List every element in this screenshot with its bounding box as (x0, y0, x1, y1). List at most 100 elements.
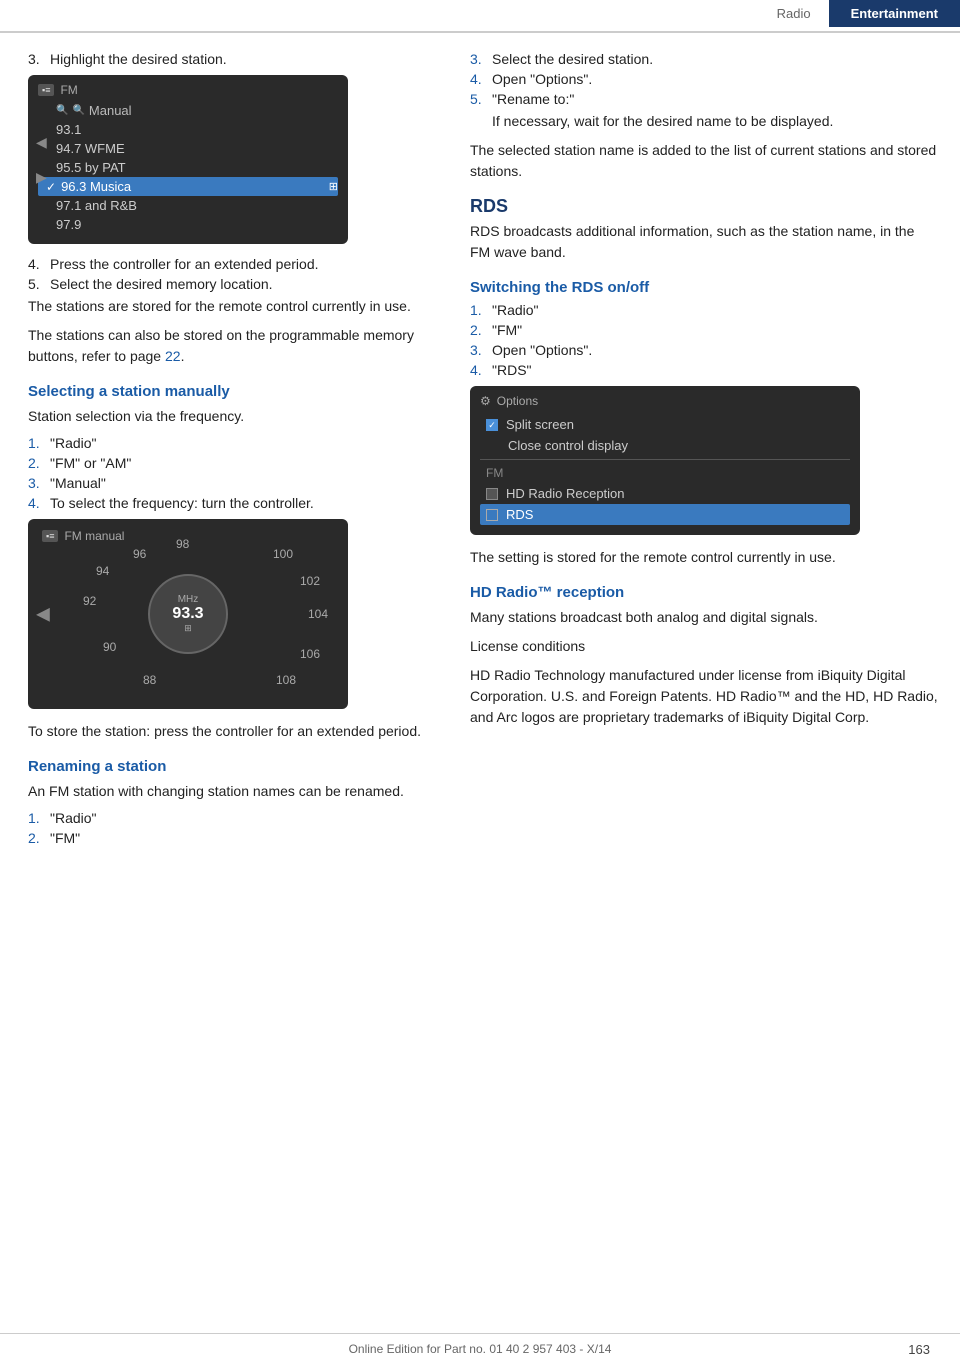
sel-step-3-text: "Manual" (50, 475, 106, 491)
rds-label: RDS (506, 507, 533, 522)
split-screen-checkbox (486, 419, 498, 431)
screen-nav-left: ◀ (36, 134, 47, 151)
step-5-num: 5. (28, 276, 50, 292)
dial-label-104: 104 (308, 607, 328, 621)
sel-step-2: 2. "FM" or "AM" (28, 455, 438, 471)
sel-step-1-text: "Radio" (50, 435, 97, 451)
options-split-screen: Split screen (480, 414, 850, 435)
sel-step-2-num: 2. (28, 455, 50, 471)
dial-fm-icon: ▪≡ (42, 530, 58, 542)
switch-step-2-num: 2. (470, 322, 492, 338)
rds-para: RDS broadcasts additional information, s… (470, 221, 938, 263)
section-hd-radio: HD Radio™ reception (470, 584, 938, 601)
page-footer: Online Edition for Part no. 01 40 2 957 … (0, 1333, 960, 1362)
options-screen-mockup: ⚙ Options Split screen Close control dis… (470, 386, 860, 535)
rename-step-1-num: 1. (28, 810, 50, 826)
options-screen-header: ⚙ Options (480, 394, 850, 408)
switch-step-3-num: 3. (470, 342, 492, 358)
page-header: Radio Entertainment (0, 0, 960, 33)
rename-step-4-text: Open "Options". (492, 71, 592, 87)
right-column: 3. Select the desired station. 4. Open "… (460, 51, 960, 850)
dial-fm-label: FM manual (64, 529, 124, 543)
screen1-item-955: 95.5 by PAT (38, 158, 338, 177)
options-rds-item: RDS (480, 504, 850, 525)
switch-step-1-text: "Radio" (492, 302, 539, 318)
para-renaming: An FM station with changing station name… (28, 781, 438, 802)
rename-step-3: 3. Select the desired station. (470, 51, 938, 67)
rename-step-5-num: 5. (470, 91, 492, 107)
options-header-label: Options (497, 394, 538, 408)
screen1-fm-label: FM (60, 83, 77, 97)
rds-checkbox (486, 509, 498, 521)
hd-para3: HD Radio Technology manufactured under l… (470, 665, 938, 728)
link-page22[interactable]: 22 (165, 348, 181, 364)
sel-step-1: 1. "Radio" (28, 435, 438, 451)
dial-left-arrow: ◀ (36, 604, 50, 625)
sel-step-4-num: 4. (28, 495, 50, 511)
header-entertainment-label: Entertainment (829, 0, 960, 27)
step-3-text: Highlight the desired station. (50, 51, 227, 67)
dial-label-96: 96 (133, 547, 146, 561)
dial-label-102: 102 (300, 574, 320, 588)
rename-step-2-num: 2. (28, 830, 50, 846)
switch-step-4: 4. "RDS" (470, 362, 938, 378)
screen1-item-947: 94.7 WFME (38, 139, 338, 158)
dial-label-108: 108 (276, 673, 296, 687)
footer-text: Online Edition for Part no. 01 40 2 957 … (349, 1342, 612, 1356)
section-switching-rds: Switching the RDS on/off (470, 279, 938, 296)
options-close-control: Close control display (480, 435, 850, 456)
dial-label-92: 92 (83, 594, 96, 608)
switch-step-3: 3. Open "Options". (470, 342, 938, 358)
rename-step-2: 2. "FM" (28, 830, 438, 846)
sel-step-4: 4. To select the frequency: turn the con… (28, 495, 438, 511)
screen1-item-971: 97.1 and R&B (38, 196, 338, 215)
rename-step-1-text: "Radio" (50, 810, 97, 826)
rename-step-2-text: "FM" (50, 830, 80, 846)
sel-step-2-text: "FM" or "AM" (50, 455, 131, 471)
switch-step-1: 1. "Radio" (470, 302, 938, 318)
left-column: 3. Highlight the desired station. ◀ ▶ ▪≡… (0, 51, 460, 850)
step-3-num: 3. (28, 51, 50, 67)
para-setting-stored: The setting is stored for the remote con… (470, 547, 938, 568)
rename-step-4: 4. Open "Options". (470, 71, 938, 87)
para-store-station: To store the station: press the controll… (28, 721, 438, 742)
hd-radio-label: HD Radio Reception (506, 486, 625, 501)
rename-step-1: 1. "Radio" (28, 810, 438, 826)
sel-step-4-text: To select the frequency: turn the contro… (50, 495, 314, 511)
screen-nav-right: ▶ (36, 169, 47, 186)
step-5: 5. Select the desired memory location. (28, 276, 438, 292)
step-3-highlight: 3. Highlight the desired station. (28, 51, 438, 67)
options-hd-radio: HD Radio Reception (480, 483, 850, 504)
para-selected-station: The selected station name is added to th… (470, 140, 938, 182)
dial-unit: MHz (178, 594, 199, 605)
para-station-selection: Station selection via the frequency. (28, 406, 438, 427)
rename-step-3-text: Select the desired station. (492, 51, 653, 67)
section-selecting-manually: Selecting a station manually (28, 383, 438, 400)
sel-step-3: 3. "Manual" (28, 475, 438, 491)
screen1-list: 🔍 Manual 93.1 94.7 WFME 95.5 by PAT 96.3… (38, 101, 338, 234)
options-gear-icon: ⚙ (480, 394, 491, 408)
switch-step-4-text: "RDS" (492, 362, 532, 378)
step-5-text: Select the desired memory location. (50, 276, 273, 292)
step-4: 4. Press the controller for an extended … (28, 256, 438, 272)
switch-step-3-text: Open "Options". (492, 342, 592, 358)
switch-step-1-num: 1. (470, 302, 492, 318)
hd-para1: Many stations broadcast both analog and … (470, 607, 938, 628)
switch-step-2: 2. "FM" (470, 322, 938, 338)
hd-para2: License conditions (470, 636, 938, 657)
screen1-item-manual: 🔍 Manual (38, 101, 338, 120)
rename-step-4-num: 4. (470, 71, 492, 87)
para-stations-stored: The stations are stored for the remote c… (28, 296, 438, 317)
dial-label-90: 90 (103, 640, 116, 654)
rename-step-5: 5. "Rename to:" (470, 91, 938, 107)
dial-freq: 93.3 (172, 605, 203, 623)
dial-center: MHz 93.3 ⊞ (148, 574, 228, 654)
sel-step-1-num: 1. (28, 435, 50, 451)
screen1-item-979: 97.9 (38, 215, 338, 234)
screen1-item-963: 96.3 Musica ⊞ (38, 177, 338, 196)
dial-label-106: 106 (300, 647, 320, 661)
fm-dial-mockup: ▪≡ FM manual ◀ 88 90 92 94 96 98 100 102… (28, 519, 348, 709)
page-content: 3. Highlight the desired station. ◀ ▶ ▪≡… (0, 33, 960, 850)
dial-label-100: 100 (273, 547, 293, 561)
rename-para-wait: If necessary, wait for the desired name … (470, 111, 938, 132)
